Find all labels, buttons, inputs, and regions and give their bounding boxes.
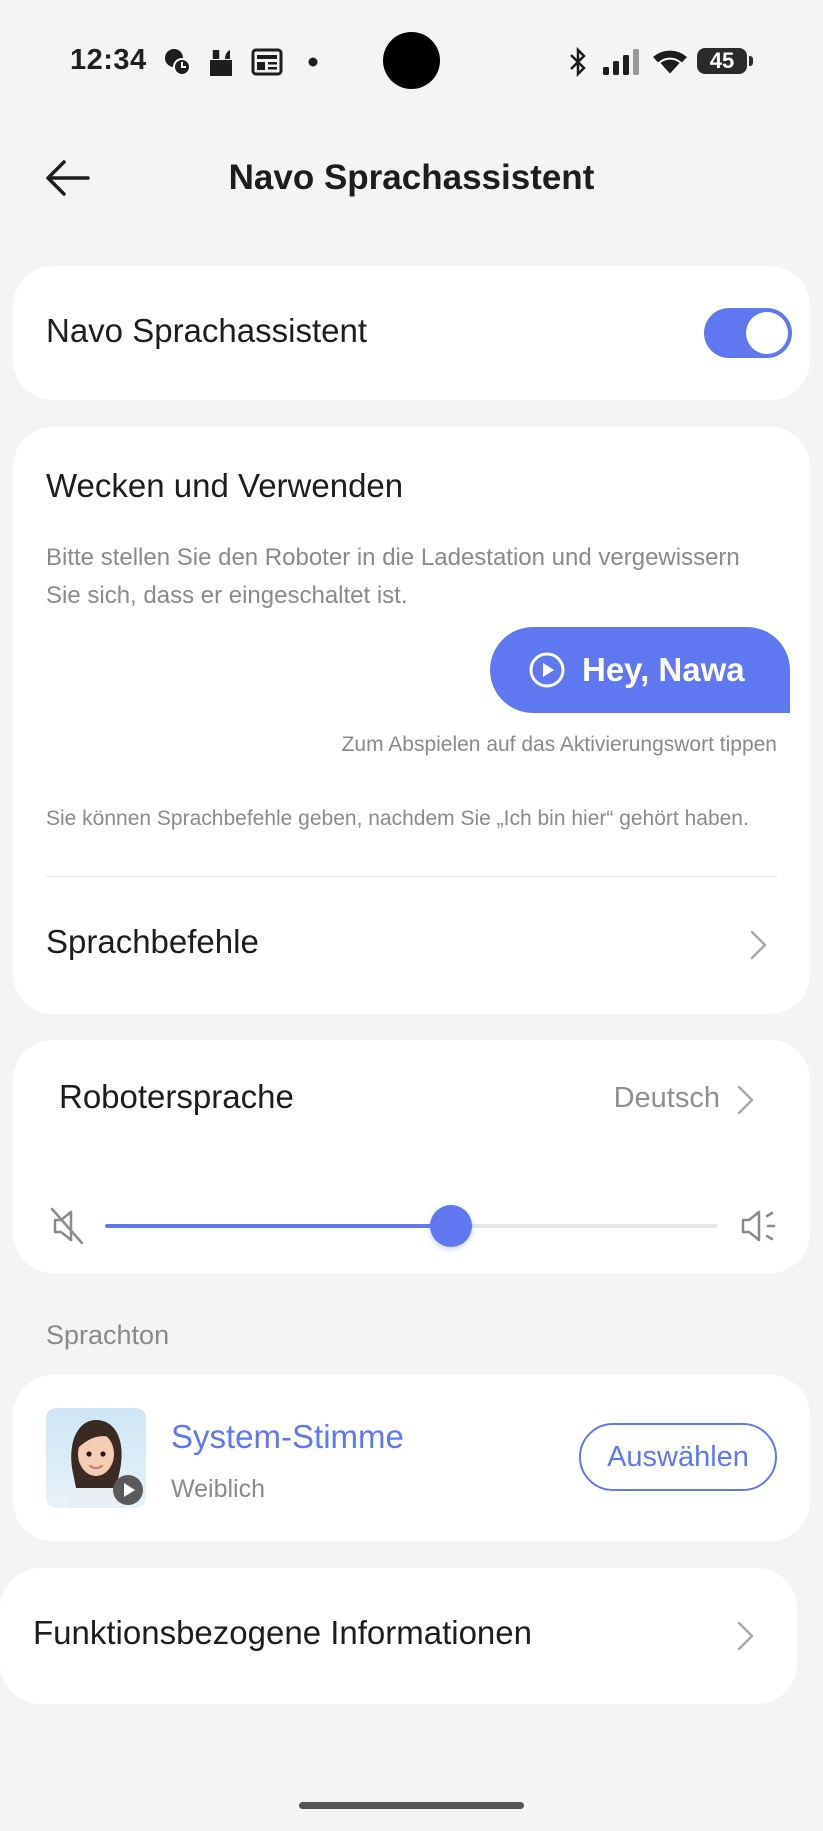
function-info-label: Funktionsbezogene Informationen <box>33 1614 532 1651</box>
status-time: 12:34 <box>70 44 147 76</box>
chevron-right-icon <box>737 1085 754 1115</box>
chevron-right-icon <box>750 930 767 960</box>
toggle-knob <box>746 312 788 354</box>
wake-word-button[interactable]: Hey, Nawa <box>490 627 790 713</box>
screen: 12:34 45 Navo Sprachassistent Navo Sprac… <box>0 0 823 1831</box>
robot-language-row[interactable]: Robotersprache Deutsch <box>13 1040 810 1150</box>
voice-tone-section-label: Sprachton <box>46 1320 170 1350</box>
battery-indicator: 45 <box>697 48 753 74</box>
avatar-play-icon <box>113 1475 143 1505</box>
bluetooth-icon <box>566 44 590 80</box>
home-indicator[interactable] <box>299 1802 524 1809</box>
notification-alarm-icon <box>160 44 194 80</box>
voice-commands-label: Sprachbefehle <box>46 923 259 960</box>
mute-icon[interactable] <box>49 1206 85 1246</box>
voice-avatar[interactable] <box>46 1408 146 1508</box>
notification-restaurant-icon <box>204 44 238 80</box>
voice-name: System-Stimme <box>171 1418 404 1455</box>
wake-title: Wecken und Verwenden <box>46 467 404 504</box>
front-camera <box>383 32 440 89</box>
wake-word-label: Hey, Nawa <box>582 651 745 688</box>
wake-description: Bitte stellen Sie den Roboter in die Lad… <box>46 544 740 609</box>
header: Navo Sprachassistent <box>0 140 823 220</box>
select-voice-button[interactable]: Auswählen <box>579 1423 777 1491</box>
voice-commands-row[interactable]: Sprachbefehle <box>13 877 810 1014</box>
tap-hint: Zum Abspielen auf das Aktivierungswort t… <box>341 733 777 756</box>
wifi-icon <box>650 44 690 80</box>
signal-icon <box>600 44 642 80</box>
function-info-row[interactable]: Funktionsbezogene Informationen <box>0 1568 797 1704</box>
assistant-card: Navo Sprachassistent <box>13 266 810 400</box>
play-icon <box>529 652 565 688</box>
voice-card: System-Stimme Weiblich Auswählen <box>13 1375 810 1541</box>
volume-slider[interactable] <box>105 1205 717 1247</box>
page-title: Navo Sprachassistent <box>228 158 595 197</box>
robot-language-value: Deutsch <box>613 1082 720 1114</box>
robot-language-label: Robotersprache <box>59 1078 294 1115</box>
voice-gender: Weiblich <box>171 1475 266 1503</box>
assistant-label: Navo Sprachassistent <box>46 312 367 349</box>
volume-slider-fill <box>105 1224 451 1228</box>
notification-news-icon <box>250 44 284 80</box>
chevron-right-icon <box>737 1621 754 1651</box>
wake-card: Wecken und Verwenden Bitte stellen Sie d… <box>13 427 810 1014</box>
status-bar: 12:34 45 <box>0 0 823 120</box>
assistant-toggle[interactable] <box>704 308 792 358</box>
notification-dot-icon <box>306 44 320 80</box>
volume-slider-thumb[interactable] <box>429 1205 472 1247</box>
command-hint: Sie können Sprachbefehle geben, nachdem … <box>46 807 749 830</box>
volume-icon[interactable] <box>739 1206 779 1246</box>
language-card: Robotersprache Deutsch <box>13 1040 810 1273</box>
